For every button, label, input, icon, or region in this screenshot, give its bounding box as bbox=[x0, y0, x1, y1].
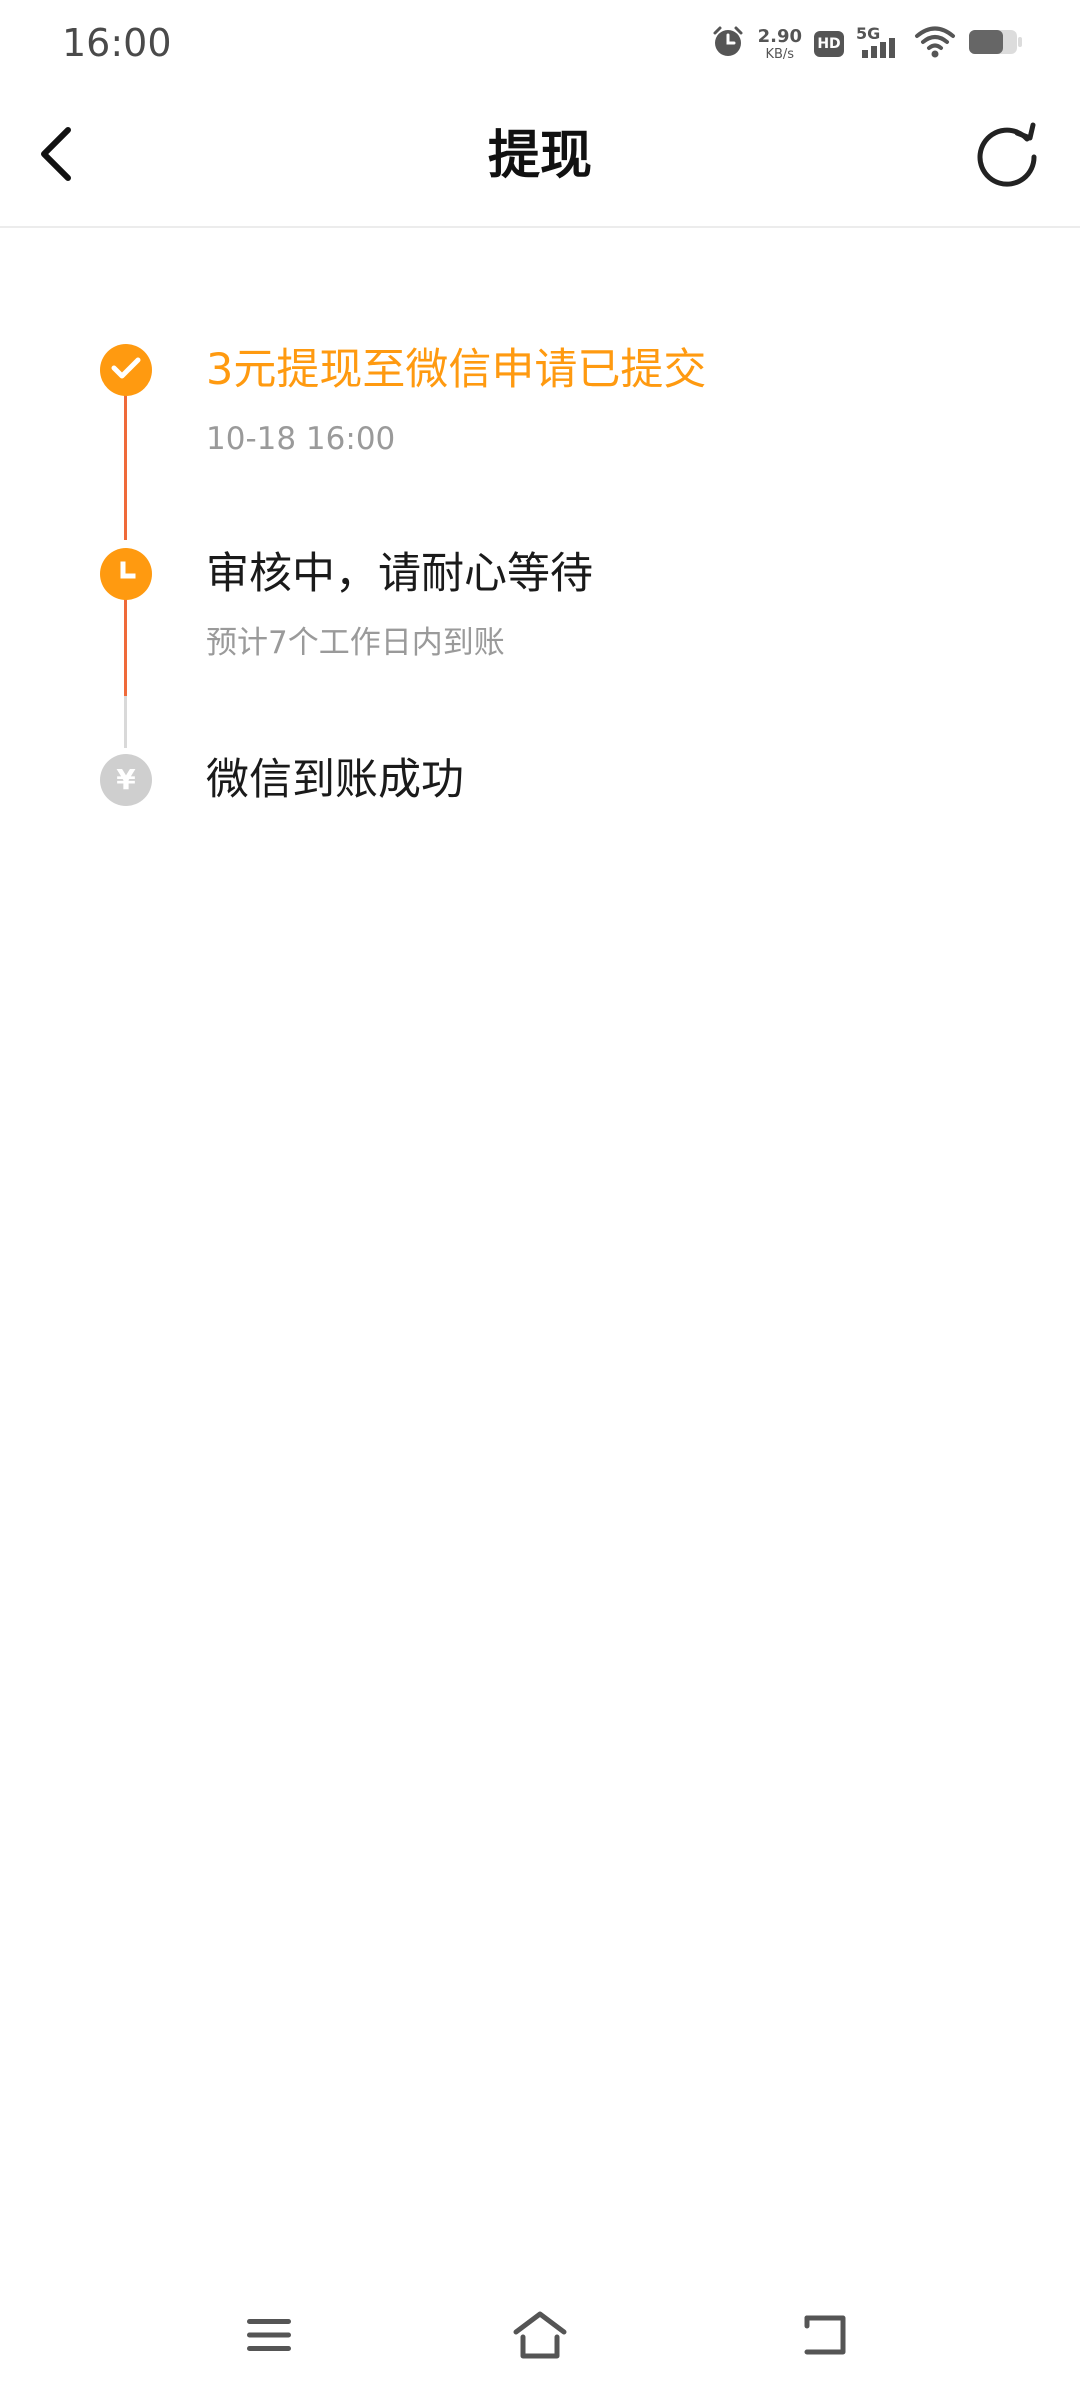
system-nav-bar bbox=[0, 2280, 1080, 2400]
header: 提现 bbox=[0, 86, 1080, 228]
alarm-icon bbox=[710, 24, 746, 64]
yen-icon: ¥ bbox=[116, 763, 136, 796]
home-icon bbox=[510, 2310, 570, 2364]
timeline-connector-pending bbox=[124, 696, 127, 748]
check-icon bbox=[111, 356, 141, 384]
step-reviewing-estimate: 预计7个工作日内到账 bbox=[206, 625, 505, 661]
clock-icon bbox=[113, 559, 139, 589]
step-submitted-title: 3元提现至微信申请已提交 bbox=[206, 345, 707, 395]
withdraw-screen: 16:00 2.90 KB/s HD 5G 提现 3元提现至微信申请已提交 10… bbox=[0, 0, 1080, 2400]
back-nav-button[interactable] bbox=[790, 2302, 860, 2372]
status-bar: 16:00 2.90 KB/s HD 5G bbox=[0, 0, 1080, 86]
step-received-title: 微信到账成功 bbox=[206, 755, 464, 805]
step-reviewing-title: 审核中，请耐心等待 bbox=[206, 549, 593, 599]
home-button[interactable] bbox=[505, 2302, 575, 2372]
menu-icon bbox=[245, 2315, 293, 2359]
step-received-node: ¥ bbox=[100, 754, 152, 806]
battery-icon bbox=[968, 27, 1024, 61]
network-speed-unit: KB/s bbox=[765, 46, 795, 62]
step-submitted-node bbox=[100, 344, 152, 396]
wifi-icon bbox=[914, 24, 956, 64]
network-speed: 2.90 KB/s bbox=[757, 25, 802, 62]
refresh-icon bbox=[973, 119, 1041, 191]
menu-button[interactable] bbox=[234, 2302, 304, 2372]
page-title: 提现 bbox=[487, 126, 592, 186]
status-icons: 2.90 KB/s HD 5G bbox=[710, 22, 1024, 66]
hd-icon: HD bbox=[814, 31, 844, 57]
refresh-button[interactable] bbox=[972, 120, 1042, 190]
network-speed-value: 2.90 bbox=[757, 25, 802, 47]
step-submitted-time: 10-18 16:00 bbox=[206, 421, 396, 457]
status-time: 16:00 bbox=[62, 21, 172, 65]
step-reviewing-node bbox=[100, 548, 152, 600]
cellular-signal-icon: 5G bbox=[856, 24, 902, 62]
return-icon bbox=[799, 2312, 851, 2362]
